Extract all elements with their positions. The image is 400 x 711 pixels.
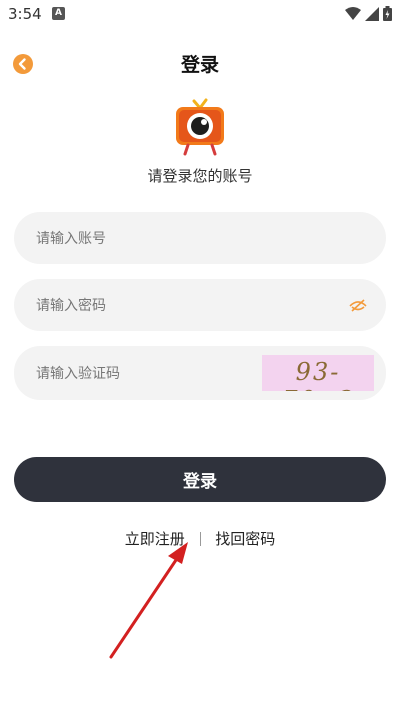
captcha-input[interactable] [34, 346, 298, 402]
tv-logo-icon [176, 98, 224, 156]
account-input[interactable] [34, 212, 298, 266]
captcha-field[interactable]: 93-70=? [14, 346, 386, 402]
forgot-password-link[interactable]: 找回密码 [215, 530, 275, 548]
login-button[interactable]: 登录 [14, 457, 386, 502]
register-link[interactable]: 立即注册 [125, 530, 185, 548]
notification-icon: A [52, 7, 65, 20]
captcha-image[interactable]: 93-70=? [262, 355, 374, 391]
login-subtitle: 请登录您的账号 [147, 167, 253, 185]
status-icons [345, 6, 392, 21]
signal-icon [365, 6, 379, 21]
password-field[interactable] [14, 279, 386, 333]
captcha-text: 93-70=? [282, 358, 352, 391]
wifi-icon [345, 6, 361, 20]
status-bar: 3:54 A [0, 0, 400, 28]
eye-off-icon[interactable] [348, 295, 368, 315]
status-time: 3:54 [8, 5, 42, 23]
link-divider [199, 532, 201, 546]
account-field[interactable] [14, 212, 386, 266]
auth-links: 立即注册 找回密码 [0, 528, 400, 549]
page-title: 登录 [180, 54, 219, 76]
password-input[interactable] [34, 279, 298, 333]
battery-icon [383, 6, 392, 21]
